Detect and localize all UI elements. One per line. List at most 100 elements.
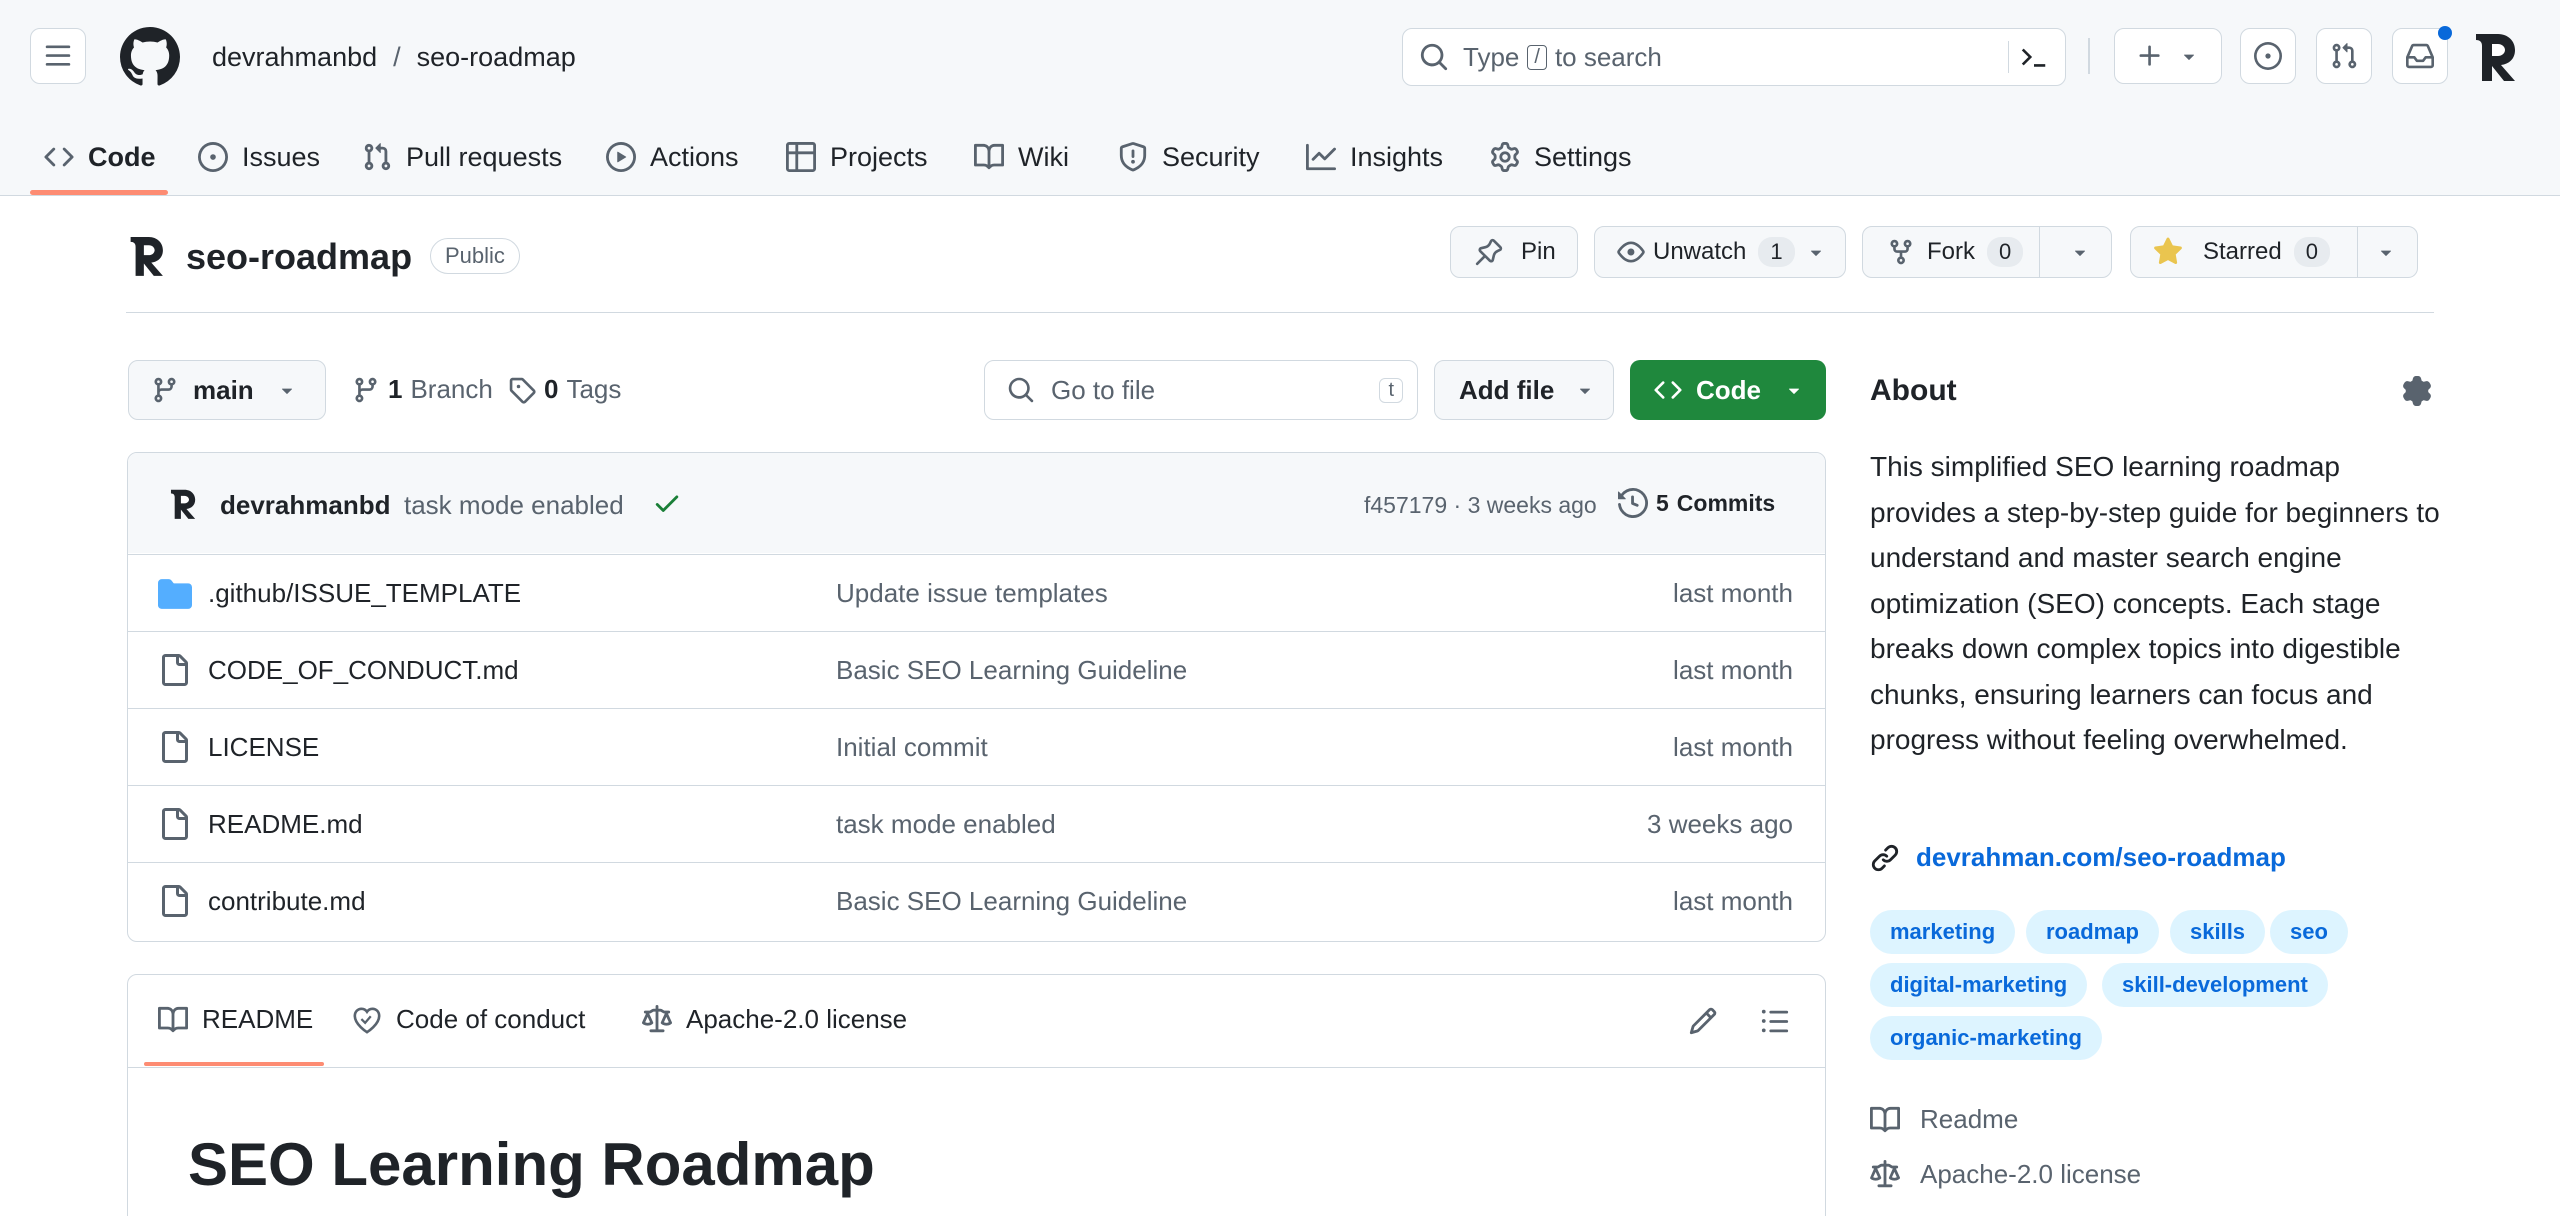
file-row[interactable]: contribute.md Basic SEO Learning Guideli… (128, 862, 1825, 939)
pull-request-icon (364, 143, 391, 171)
file-commit-message[interactable]: Initial commit (836, 732, 988, 763)
breadcrumb-repo[interactable]: seo-roadmap (417, 42, 576, 73)
pin-button[interactable]: Pin (1450, 226, 1578, 278)
triangle-down-icon[interactable] (2069, 241, 2091, 263)
user-avatar[interactable] (2468, 28, 2526, 86)
tab-settings-label: Settings (1534, 141, 1632, 172)
tab-issues-label: Issues (242, 141, 321, 172)
git-branch-icon (355, 377, 377, 402)
menu-button[interactable] (30, 28, 86, 84)
commits-count: 5 (1656, 489, 1669, 516)
readme-tab-readme[interactable]: README (158, 1004, 313, 1035)
issues-button[interactable] (2240, 28, 2296, 84)
file-name[interactable]: contribute.md (208, 886, 366, 917)
file-commit-message[interactable]: task mode enabled (836, 809, 1056, 840)
readme-tab-label: README (202, 1004, 314, 1034)
topic-tag[interactable]: organic-marketing (1870, 1016, 2102, 1060)
file-name[interactable]: CODE_OF_CONDUCT.md (208, 655, 519, 686)
tab-code[interactable]: Code (44, 118, 156, 196)
file-commit-message[interactable]: Basic SEO Learning Guideline (836, 655, 1187, 686)
homepage-link[interactable]: devrahman.com/seo-roadmap (1870, 842, 2286, 873)
search-placeholder-prefix: Type (1463, 41, 1520, 72)
file-name[interactable]: .github/ISSUE_TEMPLATE (208, 578, 521, 609)
tab-wiki-label: Wiki (1018, 141, 1069, 172)
history-icon (1618, 488, 1648, 518)
add-file-button[interactable]: Add file (1434, 360, 1614, 420)
topic-tag[interactable]: marketing (1870, 910, 2016, 954)
file-commit-message[interactable]: Update issue templates (836, 578, 1108, 609)
tag-label: Tags (566, 374, 622, 404)
commit-message[interactable]: task mode enabled (404, 490, 624, 521)
topic-tag[interactable]: seo (2270, 910, 2348, 954)
github-logo-icon[interactable] (120, 27, 180, 87)
readme-link[interactable]: Readme (1870, 1104, 2018, 1135)
gear-icon (1491, 142, 1519, 172)
code-dropdown-button[interactable]: Code (1630, 360, 1826, 420)
list-unordered-icon[interactable] (1760, 1006, 1790, 1036)
readme-heading: SEO Learning Roadmap (188, 1131, 875, 1198)
check-icon[interactable] (652, 488, 682, 518)
about-title: About (1870, 374, 1957, 407)
repo-avatar (124, 232, 172, 280)
tab-settings[interactable]: Settings (1490, 125, 1632, 189)
starred-button[interactable]: Starred 0 (2130, 226, 2418, 278)
triangle-down-icon[interactable] (2375, 241, 2397, 263)
create-new-button[interactable] (2114, 28, 2222, 84)
law-icon (1870, 1159, 1900, 1187)
table-icon (786, 142, 816, 172)
tab-actions-label: Actions (650, 141, 739, 172)
triangle-down-icon (1788, 388, 1800, 394)
tab-pull-requests[interactable]: Pull requests (362, 125, 562, 189)
fork-button[interactable]: Fork 0 (1862, 226, 2112, 278)
tab-security[interactable]: Security (1118, 125, 1260, 189)
commits-link[interactable]: 5 Commits (1618, 488, 1775, 518)
readme-tab-license[interactable]: Apache-2.0 license (642, 1004, 907, 1035)
commit-author-avatar[interactable] (166, 486, 202, 522)
topic-tag[interactable]: digital-marketing (1870, 963, 2088, 1007)
tab-issues[interactable]: Issues (198, 125, 320, 189)
commit-hash-time[interactable]: f457179 · 3 weeks ago (1364, 492, 1597, 519)
go-to-file-input[interactable]: Go to file t (984, 360, 1418, 420)
file-date: last month (1673, 577, 1793, 608)
file-row[interactable]: .github/ISSUE_TEMPLATE Update issue temp… (128, 554, 1825, 631)
license-link-label: Apache-2.0 license (1920, 1159, 2142, 1189)
tab-security-label: Security (1162, 141, 1260, 172)
branch-selector[interactable]: main (128, 360, 326, 420)
commit-author[interactable]: devrahmanbd (220, 490, 391, 521)
file-name[interactable]: README.md (208, 809, 363, 840)
tab-projects[interactable]: Projects (786, 125, 928, 189)
search-input[interactable]: Type / to search (1402, 28, 2066, 86)
unwatch-button[interactable]: Unwatch 1 (1594, 226, 1846, 278)
code-button-label: Code (1696, 374, 1761, 405)
readme-link-label: Readme (1920, 1104, 2019, 1134)
tab-wiki[interactable]: Wiki (974, 125, 1069, 189)
tab-actions[interactable]: Actions (606, 125, 739, 189)
license-link[interactable]: Apache-2.0 license (1870, 1159, 2141, 1190)
pull-requests-button[interactable] (2316, 28, 2372, 84)
file-name[interactable]: LICENSE (208, 732, 319, 763)
file-commit-message[interactable]: Basic SEO Learning Guideline (836, 886, 1187, 917)
unwatch-label: Unwatch (1653, 238, 1747, 265)
topic-tag[interactable]: roadmap (2026, 910, 2159, 954)
search-icon (1420, 43, 1448, 71)
file-row[interactable]: LICENSE Initial commit last month (128, 708, 1825, 785)
search-icon (1008, 377, 1034, 403)
branches-link[interactable]: 1 Branch (352, 374, 493, 405)
readme-tab-code-of-conduct[interactable]: Code of conduct (352, 1004, 585, 1035)
breadcrumb-owner[interactable]: devrahmanbd (212, 42, 377, 73)
command-palette-icon[interactable] (2019, 42, 2049, 72)
tab-pull-requests-label: Pull requests (406, 141, 563, 172)
gear-icon[interactable] (2402, 376, 2432, 406)
file-icon (162, 885, 188, 917)
tab-insights[interactable]: Insights (1306, 125, 1443, 189)
file-row[interactable]: README.md task mode enabled 3 weeks ago (128, 785, 1825, 862)
topic-tag[interactable]: skill-development (2102, 963, 2328, 1007)
file-row[interactable]: CODE_OF_CONDUCT.md Basic SEO Learning Gu… (128, 631, 1825, 708)
topic-tag[interactable]: skills (2170, 910, 2266, 954)
book-icon (974, 143, 1004, 170)
tab-projects-label: Projects (830, 141, 928, 172)
visibility-badge: Public (430, 238, 520, 274)
pencil-icon[interactable] (1688, 1006, 1718, 1036)
repo-title[interactable]: seo-roadmap (186, 236, 412, 278)
tags-link[interactable]: 0 Tags (508, 374, 621, 405)
